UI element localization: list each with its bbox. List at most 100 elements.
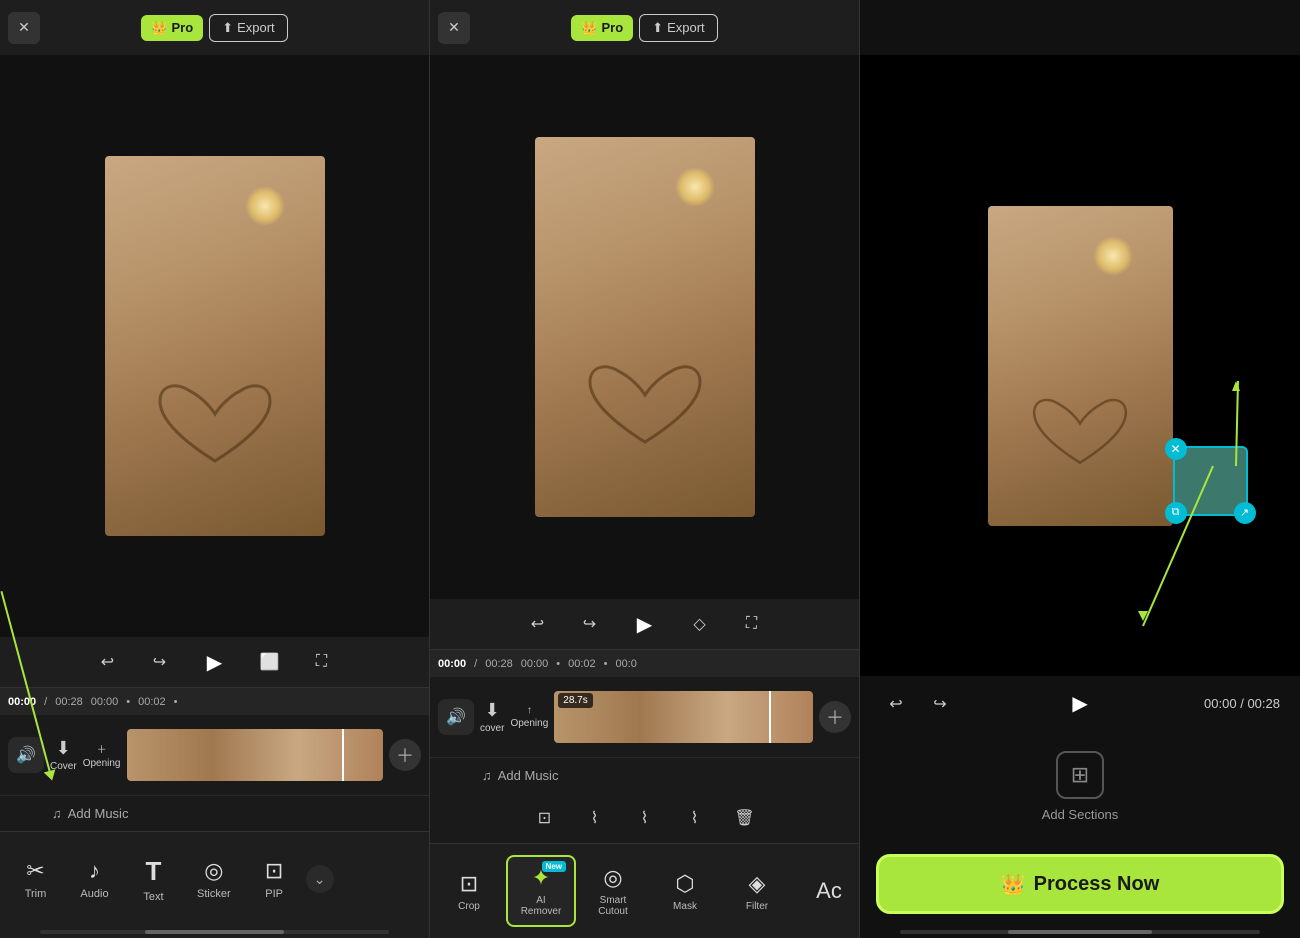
left-time-sep: / xyxy=(44,696,47,708)
mid-cover-button[interactable]: ⬇ cover xyxy=(480,700,504,734)
mid-diamond-button[interactable]: ◇ xyxy=(684,608,716,640)
mid-edit-tools-bar: ⊡ ⌇ ⌇ ⌇ 🗑 xyxy=(430,793,859,843)
more-tools-button[interactable]: ⌄ xyxy=(306,865,334,893)
mid-undo-button[interactable]: ↩ xyxy=(522,608,554,640)
mid-redo-button[interactable]: ↪ xyxy=(574,608,606,640)
left-video-thumb xyxy=(105,156,325,536)
mid-panel: ✕ 👑 Pro ⬆ Export ↩ ↪ ▶ ◇ ⛶ xyxy=(430,0,860,938)
mask-tool[interactable]: ⬡ Mask xyxy=(650,863,720,920)
crop-tool[interactable]: ⊡ Crop xyxy=(434,863,504,920)
left-controls-bar: ↩ ↪ ▶ ⬜ ⛶ xyxy=(0,637,429,687)
left-play-button[interactable]: ▶ xyxy=(196,643,234,681)
left-cover-button[interactable]: ⬇ Cover xyxy=(50,738,77,772)
left-undo-button[interactable]: ↩ xyxy=(92,646,124,678)
mask-label: Mask xyxy=(673,901,697,912)
mid-crown-icon: 👑 xyxy=(581,20,597,36)
left-scrollbar[interactable] xyxy=(40,930,389,934)
mid-pro-badge[interactable]: 👑 Pro xyxy=(571,15,633,41)
left-close-button[interactable]: ✕ xyxy=(8,12,40,44)
left-opening-label: Opening xyxy=(83,758,121,769)
pip-tool[interactable]: ⊡ PIP xyxy=(247,850,302,908)
trim-icon: ✂ xyxy=(26,858,44,884)
mid-header: ✕ 👑 Pro ⬆ Export xyxy=(430,0,859,55)
add-sections-button[interactable]: ⊞ xyxy=(1056,751,1104,799)
sticker-element[interactable]: ✕ ⧉ ↗ xyxy=(1173,446,1248,516)
left-bottom-toolbar: ✂ Trim ♪ Audio T Text ◎ Sticker ⊡ PIP ⌄ xyxy=(0,831,429,926)
text-tool[interactable]: T Text xyxy=(126,848,181,911)
mid-export-icon: ⬆ xyxy=(652,20,663,36)
left-add-music-row[interactable]: ♫ Add Music xyxy=(0,795,429,831)
sticker-tool[interactable]: ◎ Sticker xyxy=(185,850,243,908)
mid-play-button[interactable]: ▶ xyxy=(626,605,664,643)
right-undo-redo: ↩ ↪ xyxy=(880,688,956,720)
pip-label: PIP xyxy=(265,888,283,900)
right-redo-button[interactable]: ↪ xyxy=(924,688,956,720)
ai-remover-label: AI Remover xyxy=(518,895,564,917)
right-time-sep: / xyxy=(1240,696,1244,711)
audio-tool[interactable]: ♪ Audio xyxy=(67,850,122,908)
mid-timeline-dot-2: • xyxy=(604,658,608,670)
mid-timeline-dot: • xyxy=(556,658,560,670)
process-now-icon: 👑 xyxy=(1001,872,1026,897)
timeline-dot-2: • xyxy=(174,696,178,708)
left-cursor-line xyxy=(342,729,344,781)
right-play-button[interactable]: ▶ xyxy=(1061,685,1099,723)
left-add-track-button[interactable]: ＋ xyxy=(389,739,421,771)
left-fullscreen-button[interactable]: ⛶ xyxy=(306,646,338,678)
audio-label: Audio xyxy=(80,888,108,900)
mid-add-track-button[interactable]: ＋ xyxy=(819,701,851,733)
mid-split-right-tool[interactable]: ⌇ xyxy=(679,802,711,834)
smart-cutout-icon: ◎ xyxy=(603,865,622,891)
mid-export-button[interactable]: ⬆ Export xyxy=(639,14,717,42)
mid-time-current: 00:00 xyxy=(438,658,466,670)
right-time-total: 00:28 xyxy=(1247,696,1280,711)
left-opening-button[interactable]: ＋ Opening xyxy=(83,741,121,769)
ac-tool[interactable]: Ac xyxy=(794,870,859,912)
mid-fullscreen-button[interactable]: ⛶ xyxy=(736,608,768,640)
left-panel: ✕ 👑 Pro ⬆ Export ↩ ↪ ▶ ⬜ ⛶ xyxy=(0,0,430,938)
right-scrollbar[interactable] xyxy=(900,930,1260,934)
filter-tool[interactable]: ◈ Filter xyxy=(722,863,792,920)
timeline-mark-2: 00:02 xyxy=(138,696,166,708)
mid-delete-tool[interactable]: 🗑 xyxy=(729,802,761,834)
mid-timeline-mark-3: 00:0 xyxy=(616,658,637,670)
mid-split-tool[interactable]: ⌇ xyxy=(629,802,661,834)
heart-drawing xyxy=(155,376,275,476)
mid-copy-tool[interactable]: ⊡ xyxy=(529,802,561,834)
sticker-resize-handle[interactable]: ↗ xyxy=(1234,502,1256,524)
mid-heart-drawing xyxy=(585,357,705,457)
ai-remover-tool[interactable]: New ✦ AI Remover xyxy=(506,855,576,927)
mid-video-preview xyxy=(430,55,859,599)
left-redo-button[interactable]: ↪ xyxy=(144,646,176,678)
left-audio-icon: 🔊 xyxy=(8,737,44,773)
audio-icon: ♪ xyxy=(89,858,100,884)
mid-video-strip[interactable]: 28.7s xyxy=(554,691,813,743)
timeline-dot-1: • xyxy=(126,696,130,708)
smart-cutout-tool[interactable]: ◎ Smart Cutout xyxy=(578,857,648,925)
left-aspect-button[interactable]: ⬜ xyxy=(254,646,286,678)
mid-split-left-tool[interactable]: ⌇ xyxy=(579,802,611,834)
left-pro-badge[interactable]: 👑 Pro xyxy=(141,15,203,41)
sticker-label: Sticker xyxy=(197,888,231,900)
right-time-display: 00:00 / 00:28 xyxy=(1204,696,1280,711)
process-now-button[interactable]: 👑 Process Now xyxy=(876,854,1284,914)
crop-label: Crop xyxy=(458,901,480,912)
cover-icon: ⬇ xyxy=(56,738,71,759)
sticker-icon: ◎ xyxy=(204,858,223,884)
mid-opening-button[interactable]: ↑ Opening xyxy=(510,705,548,729)
mid-add-music-row[interactable]: ♫ Add Music xyxy=(430,757,859,793)
opening-icon: ＋ xyxy=(97,741,107,756)
right-undo-button[interactable]: ↩ xyxy=(880,688,912,720)
sticker-copy-button[interactable]: ⧉ xyxy=(1165,502,1187,524)
mid-timeline-mark-2: 00:02 xyxy=(568,658,596,670)
main-container: ✕ 👑 Pro ⬆ Export ↩ ↪ ▶ ⬜ ⛶ xyxy=(0,0,1300,938)
sticker-close-button[interactable]: ✕ xyxy=(1165,438,1187,460)
mid-sun-glow xyxy=(675,167,715,207)
left-video-strip[interactable] xyxy=(127,729,384,781)
music-note-icon: ♫ xyxy=(52,806,62,821)
left-export-button[interactable]: ⬆ Export xyxy=(209,14,287,42)
right-heart-drawing xyxy=(1030,391,1130,476)
mid-export-label: Export xyxy=(667,20,705,35)
trim-tool[interactable]: ✂ Trim xyxy=(8,850,63,908)
mid-close-button[interactable]: ✕ xyxy=(438,12,470,44)
